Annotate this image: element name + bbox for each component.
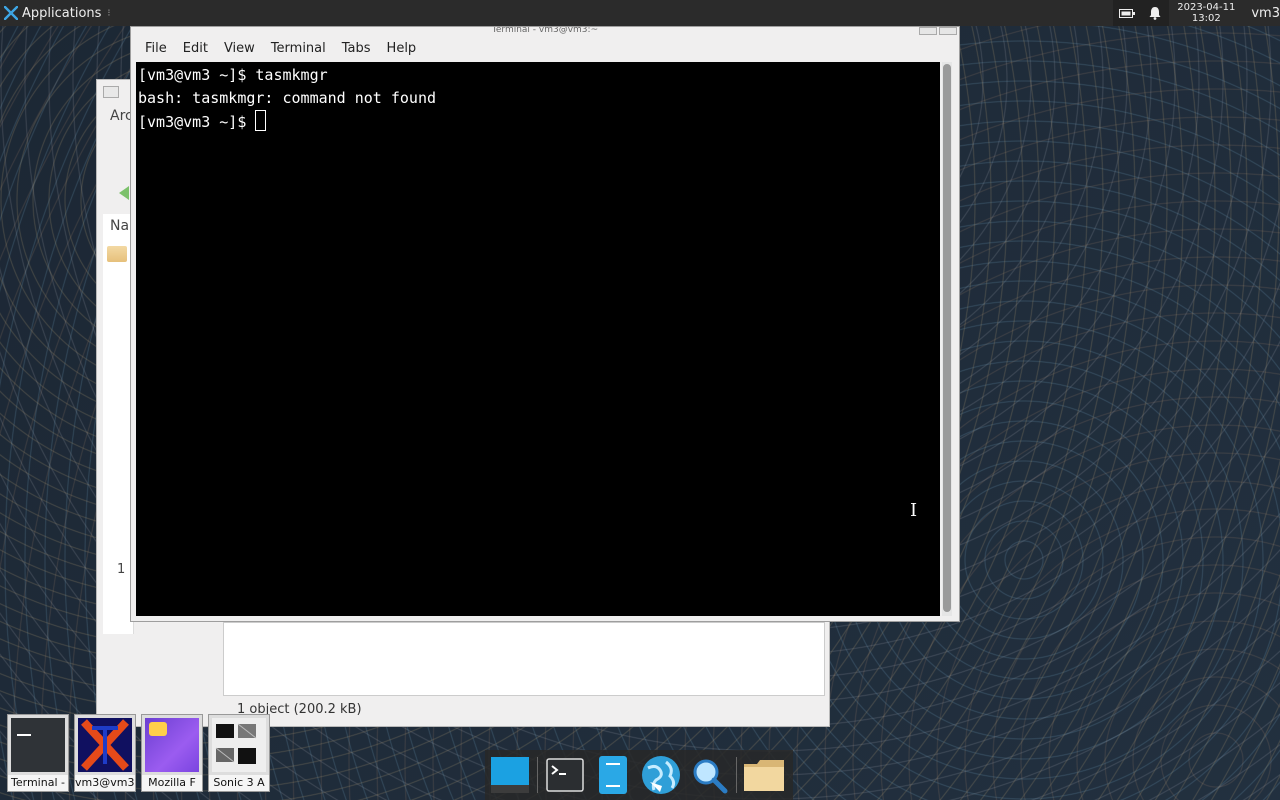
fm-status-bar: 1 object (200.2 kB) bbox=[223, 698, 837, 720]
bell-icon[interactable] bbox=[1147, 5, 1163, 21]
menu-file[interactable]: File bbox=[137, 41, 175, 56]
top-panel: Applications ⁝ 2023-04-11 13:02 vm3 bbox=[0, 0, 1280, 26]
terminal-window[interactable]: Terminal - vm3@vm3:~ File Edit View Term… bbox=[130, 26, 960, 622]
clock-date: 2023-04-11 bbox=[1177, 2, 1236, 13]
user-menu[interactable]: vm3 bbox=[1243, 6, 1280, 21]
fm-column-header[interactable]: Na bbox=[110, 218, 129, 234]
terminal-scrollbar[interactable] bbox=[942, 62, 952, 616]
folder-icon[interactable] bbox=[107, 246, 127, 262]
terminal-menubar: File Edit View Terminal Tabs Help bbox=[131, 35, 959, 61]
menu-handle-icon: ⁝ bbox=[107, 7, 111, 19]
folder-icon[interactable] bbox=[743, 754, 785, 796]
applications-menu-button[interactable]: Applications ⁝ bbox=[0, 0, 115, 26]
back-arrow-icon[interactable] bbox=[119, 186, 129, 200]
minimize-button[interactable] bbox=[103, 86, 119, 98]
titlebar-close-button[interactable] bbox=[939, 27, 957, 35]
battery-icon[interactable] bbox=[1119, 5, 1136, 21]
clock-time: 13:02 bbox=[1191, 13, 1221, 24]
xfce-logo-icon bbox=[4, 6, 18, 20]
game-thumbnail-icon bbox=[212, 718, 266, 772]
terminal-icon[interactable] bbox=[544, 754, 586, 796]
terminal-thumbnail-icon bbox=[11, 718, 65, 772]
fm-status-fragment: 1 bbox=[117, 562, 126, 577]
dock-separator bbox=[537, 757, 538, 793]
menu-terminal[interactable]: Terminal bbox=[263, 41, 334, 56]
dock-separator bbox=[736, 757, 737, 793]
text-cursor bbox=[255, 110, 267, 131]
iconified-label: Sonic 3 A bbox=[209, 775, 269, 791]
menu-help[interactable]: Help bbox=[379, 41, 425, 56]
menu-view[interactable]: View bbox=[216, 41, 263, 56]
ibeam-cursor-icon: I bbox=[910, 500, 918, 521]
iconified-label: Terminal - bbox=[8, 775, 68, 791]
desktop-icon[interactable] bbox=[489, 754, 531, 796]
iconified-vm3-window[interactable]: vm3@vm3:~ bbox=[74, 714, 136, 792]
dock bbox=[485, 750, 793, 800]
terminal-titlebar[interactable]: Terminal - vm3@vm3:~ bbox=[131, 27, 959, 35]
iconified-terminal[interactable]: Terminal - bbox=[7, 714, 69, 792]
firefox-thumbnail-icon bbox=[145, 718, 199, 772]
iconified-sonic[interactable]: Sonic 3 A bbox=[208, 714, 270, 792]
search-icon[interactable] bbox=[688, 754, 730, 796]
iconified-mozilla[interactable]: Mozilla F bbox=[141, 714, 203, 792]
terminal-prompt: [vm3@vm3 ~]$ bbox=[138, 113, 256, 131]
applications-label: Applications bbox=[22, 5, 102, 21]
terminal-line: [vm3@vm3 ~]$ tasmkmgr bbox=[138, 66, 328, 84]
system-tray bbox=[1113, 0, 1170, 26]
terminal-line: bash: tasmkmgr: command not found bbox=[138, 89, 437, 107]
iconified-label: Mozilla F bbox=[142, 775, 202, 791]
menu-edit[interactable]: Edit bbox=[175, 41, 216, 56]
file-manager-drive-icon[interactable] bbox=[592, 754, 634, 796]
titlebar-minimize-button[interactable] bbox=[919, 27, 937, 35]
terminal-output[interactable]: [vm3@vm3 ~]$ tasmkmgr bash: tasmkmgr: co… bbox=[136, 62, 940, 616]
clock[interactable]: 2023-04-11 13:02 bbox=[1169, 2, 1243, 24]
web-browser-icon[interactable] bbox=[640, 754, 682, 796]
terminal-title: Terminal - vm3@vm3:~ bbox=[491, 27, 599, 35]
x-logo-icon bbox=[78, 718, 132, 772]
fm-file-list[interactable] bbox=[223, 622, 825, 696]
menu-tabs[interactable]: Tabs bbox=[334, 41, 379, 56]
scrollbar-thumb[interactable] bbox=[943, 64, 951, 612]
iconified-label: vm3@vm3:~ bbox=[75, 775, 135, 791]
terminal-prompt-line: [vm3@vm3 ~]$ bbox=[138, 110, 938, 133]
